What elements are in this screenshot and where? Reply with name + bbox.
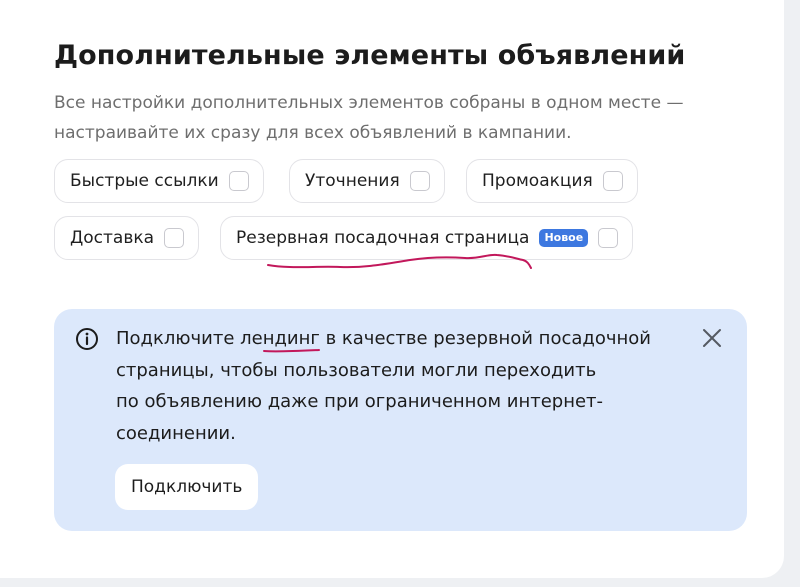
subtitle-line-2: настраивайте их сразу для всех объявлени… — [54, 123, 572, 143]
alert-line-3: по объявлению даже при ограниченном инте… — [116, 391, 604, 412]
settings-card: Дополнительные элементы объявлений Все н… — [0, 0, 784, 578]
chip-label: Резервная посадочная страница — [236, 228, 530, 248]
connect-button[interactable]: Подключить — [115, 464, 259, 510]
chip-checkbox[interactable] — [409, 171, 430, 191]
chip-label: Доставка — [70, 228, 155, 248]
chip-checkbox[interactable] — [602, 171, 623, 191]
chip-quick-links[interactable]: Быстрые ссылки — [54, 159, 264, 203]
alert-line-2: страницы, чтобы пользователи могли перех… — [116, 359, 597, 381]
info-alert: Подключите лендинг в качестве резервной … — [54, 309, 747, 531]
annotation-underline-small — [263, 349, 320, 353]
subtitle-line-1: Все настройки дополнительных элементов с… — [54, 93, 684, 113]
info-icon — [76, 328, 98, 350]
alert-line-4: соединении. — [116, 422, 236, 444]
chip-label: Уточнения — [305, 171, 400, 191]
annotation-underline — [267, 253, 532, 269]
chip-clarifications[interactable]: Уточнения — [289, 159, 445, 203]
chip-label: Промоакция — [482, 171, 593, 191]
chip-checkbox[interactable] — [598, 228, 619, 248]
chip-checkbox[interactable] — [228, 171, 249, 191]
chip-checkbox[interactable] — [164, 228, 185, 248]
chip-label: Быстрые ссылки — [70, 171, 219, 191]
alert-line-1: Подключите лендинг в качестве резервной … — [116, 328, 651, 349]
close-icon[interactable] — [700, 326, 724, 350]
chip-promo[interactable]: Промоакция — [466, 159, 638, 203]
alert-message: Подключите лендинг в качестве резервной … — [116, 323, 651, 449]
section-title: Дополнительные элементы объявлений — [54, 40, 686, 71]
new-badge: Новое — [539, 229, 589, 247]
chip-delivery[interactable]: Доставка — [54, 216, 200, 260]
section-subtitle: Все настройки дополнительных элементов с… — [54, 88, 774, 148]
